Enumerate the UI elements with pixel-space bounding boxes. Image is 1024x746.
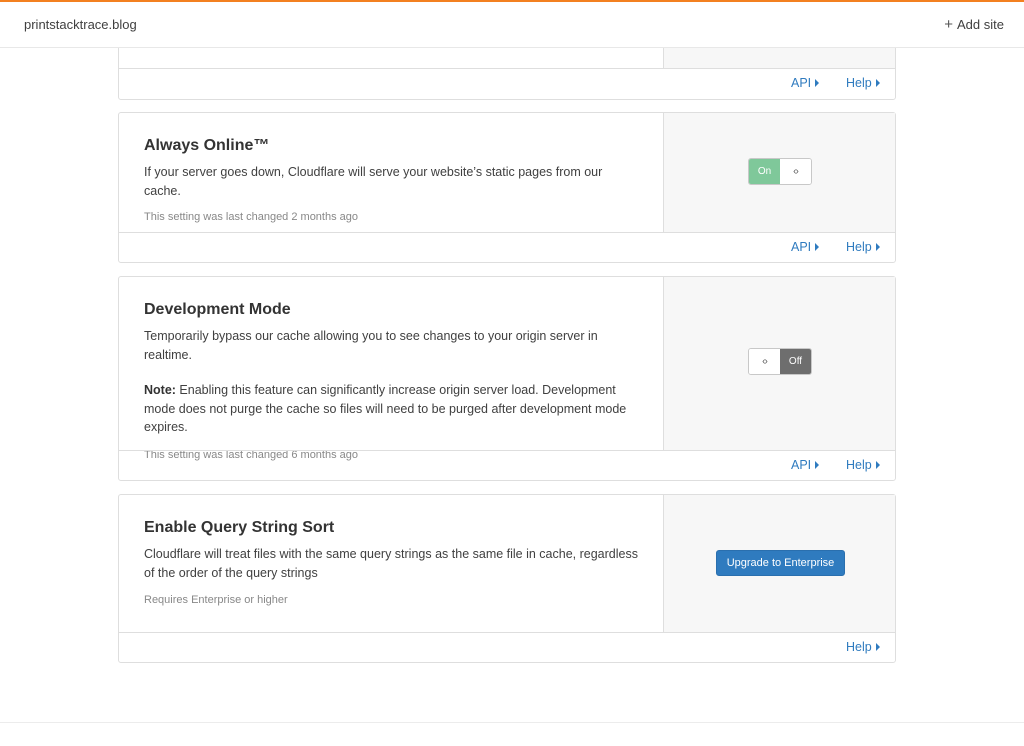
card-control-panel: Upgrade to Enterprise (663, 495, 895, 632)
setting-last-changed: This setting was last changed 2 months a… (144, 211, 359, 223)
toggle-state-label: On (749, 159, 780, 184)
card-footer: Help (119, 632, 895, 663)
help-link[interactable]: Help (846, 458, 880, 472)
api-link[interactable]: API (791, 458, 820, 472)
plus-icon: + (944, 16, 954, 33)
help-link[interactable]: Help (846, 640, 880, 654)
api-link[interactable]: API (791, 240, 820, 254)
card-body: Development Mode Temporarily bypass our … (119, 277, 895, 461)
card-control-panel: ‹› Off (663, 277, 895, 450)
card-content: Development Mode Temporarily bypass our … (119, 277, 663, 461)
card-footer: API Help (119, 232, 895, 263)
card-always-online: Always Online™ If your server goes down,… (118, 112, 896, 263)
setting-description: Cloudflare will treat files with the sam… (144, 547, 638, 580)
card-content: Enable Query String Sort Cloudflare will… (119, 495, 663, 632)
note-label: Note: (144, 383, 176, 397)
add-site-label: Add site (957, 17, 1004, 32)
note-text: Enabling this feature can significantly … (144, 383, 627, 434)
card-body: Always Online™ If your server goes down,… (119, 113, 895, 232)
help-link-label: Help (846, 76, 872, 90)
card-development-mode: Development Mode Temporarily bypass our … (118, 276, 896, 481)
upgrade-to-enterprise-button[interactable]: Upgrade to Enterprise (716, 550, 845, 576)
api-link-label: API (791, 458, 812, 472)
card-footer: API Help (119, 450, 895, 481)
development-mode-toggle[interactable]: ‹› Off (748, 348, 812, 375)
always-online-toggle[interactable]: On ‹› (748, 158, 812, 185)
caret-right-icon (815, 461, 820, 469)
setting-title: Always Online™ (144, 137, 270, 154)
caret-right-icon (875, 643, 880, 651)
setting-description: Temporarily bypass our cache allowing yo… (144, 329, 598, 362)
api-link-label: API (791, 240, 812, 254)
card-content: Always Online™ If your server goes down,… (119, 113, 663, 232)
setting-requirement: Requires Enterprise or higher (144, 594, 288, 606)
caret-right-icon (815, 79, 820, 87)
help-link[interactable]: Help (846, 76, 880, 90)
api-link[interactable]: API (791, 76, 820, 90)
caret-right-icon (875, 243, 880, 251)
caret-right-icon (815, 243, 820, 251)
help-link[interactable]: Help (846, 240, 880, 254)
card-footer: API Help (119, 68, 895, 99)
setting-description: If your server goes down, Cloudflare wil… (144, 165, 603, 198)
setting-title: Development Mode (144, 301, 291, 318)
toggle-handle-icon: ‹› (749, 349, 780, 374)
card-body: Enable Query String Sort Cloudflare will… (119, 495, 895, 632)
toggle-handle-icon: ‹› (780, 159, 811, 184)
card-query-string-sort: Enable Query String Sort Cloudflare will… (118, 494, 896, 663)
help-link-label: Help (846, 240, 872, 254)
site-name[interactable]: printstacktrace.blog (24, 17, 137, 32)
add-site-button[interactable]: + Add site (944, 16, 1004, 33)
bottom-divider (0, 722, 1024, 723)
toggle-state-label: Off (780, 349, 811, 374)
top-bar: printstacktrace.blog + Add site (0, 0, 1024, 48)
help-link-label: Help (846, 640, 872, 654)
api-link-label: API (791, 76, 812, 90)
setting-title: Enable Query String Sort (144, 519, 335, 536)
caret-right-icon (875, 461, 880, 469)
caret-right-icon (875, 79, 880, 87)
setting-note: Note: Enabling this feature can signific… (144, 381, 639, 437)
card-control-panel: On ‹› (663, 113, 895, 232)
help-link-label: Help (846, 458, 872, 472)
